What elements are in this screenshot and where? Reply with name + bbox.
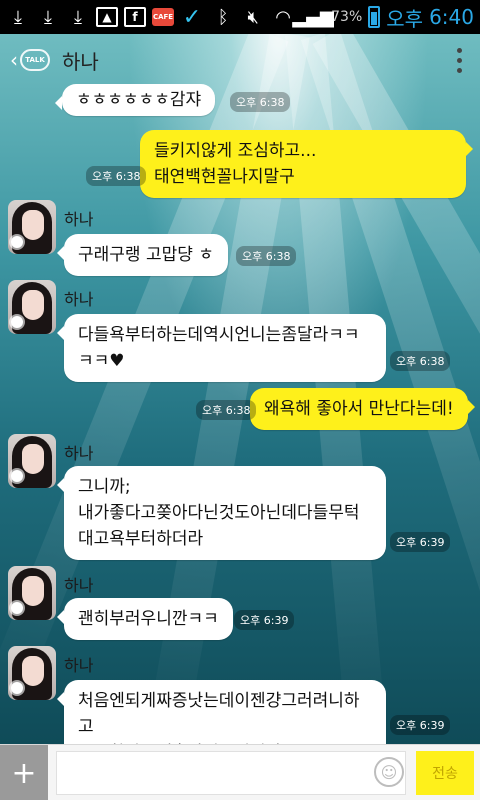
avatar[interactable] [8, 434, 56, 488]
message-bubble[interactable]: 들키지않게 조심하고... 태연백현꼴나지말구 [140, 130, 473, 198]
sender-name: 하나 [64, 576, 94, 595]
message-time: 오후 6:38 [230, 92, 291, 112]
message-bubble[interactable]: 괜히부러우니깐ㅋㅋ [57, 598, 233, 640]
avatar[interactable] [8, 646, 56, 700]
chat-header: ‹ TALK 하나 [0, 34, 480, 86]
message-bubble[interactable]: 구래구랭 고맙댱 ㅎ [57, 234, 228, 276]
clock-ampm: 오후 [386, 6, 424, 31]
download-icon: ⤓ [44, 6, 52, 28]
status-bar: ⤓ ⤓ ⤓ ▲ f CAFE ✓ ᛒ 🔇︎ ◠ ▂▄▆ 73% 오후 6:40 [0, 0, 480, 34]
message-input[interactable] [56, 751, 406, 795]
clock-time: 6:40 [429, 5, 474, 29]
cafe-icon: CAFE [152, 8, 174, 26]
send-button[interactable]: 전송 [416, 751, 474, 795]
message-time: 오후 6:38 [86, 166, 147, 186]
message-time: 오후 6:38 [390, 351, 451, 371]
avatar[interactable] [8, 200, 56, 254]
chat-title: 하나 [62, 49, 99, 74]
message-time: 오후 6:39 [234, 610, 295, 630]
mute-icon: 🔇︎ [247, 6, 259, 28]
message-time: 오후 6:39 [390, 532, 451, 552]
check-icon: ✓ [182, 4, 202, 30]
download-icon: ⤓ [14, 6, 22, 28]
message-time: 오후 6:38 [236, 246, 297, 266]
chevron-left-icon: ‹ [10, 48, 18, 72]
facebook-icon: f [124, 7, 146, 27]
battery-percent: 73% [331, 9, 363, 25]
sender-name: 하나 [64, 290, 94, 309]
talk-icon: TALK [20, 49, 50, 71]
more-menu-icon[interactable] [457, 48, 462, 73]
add-attachment-button[interactable]: + [0, 745, 48, 800]
message-bubble[interactable]: 그니까; 내가좋다고쫒아다닌것도아닌데다들무턱 대고욕부터하더라 [57, 466, 386, 560]
system-icons: ᛒ 🔇︎ ◠ ▂▄▆ 73% 오후 6:40 [211, 3, 474, 32]
notification-icons: ⤓ ⤓ ⤓ ▲ f CAFE ✓ [6, 4, 204, 30]
bluetooth-icon: ᛒ [217, 6, 229, 28]
message-bubble[interactable]: 왜욕해 좋아서 만난다는데! [250, 388, 475, 430]
message-time: 오후 6:38 [196, 400, 257, 420]
message-input-bar: + ☺ 전송 [0, 744, 480, 800]
emoji-icon[interactable]: ☺ [374, 757, 404, 787]
battery-icon [368, 6, 381, 28]
signal-icon: ▂▄▆ [292, 6, 334, 28]
message-time: 오후 6:39 [390, 715, 451, 735]
back-button[interactable]: ‹ TALK [10, 48, 50, 72]
avatar[interactable] [8, 280, 56, 334]
message-bubble[interactable]: ㅎㅎㅎㅎㅎㅎ감쟈 [54, 84, 216, 116]
image-icon: ▲ [96, 7, 118, 27]
download-icon: ⤓ [74, 6, 82, 28]
sender-name: 하나 [64, 210, 94, 229]
sender-name: 하나 [64, 444, 94, 463]
message-bubble[interactable]: 다들욕부터하는데역시언니는좀달라ㅋㅋ ㅋㅋ♥ [57, 314, 386, 382]
avatar[interactable] [8, 566, 56, 620]
sender-name: 하나 [64, 656, 94, 675]
